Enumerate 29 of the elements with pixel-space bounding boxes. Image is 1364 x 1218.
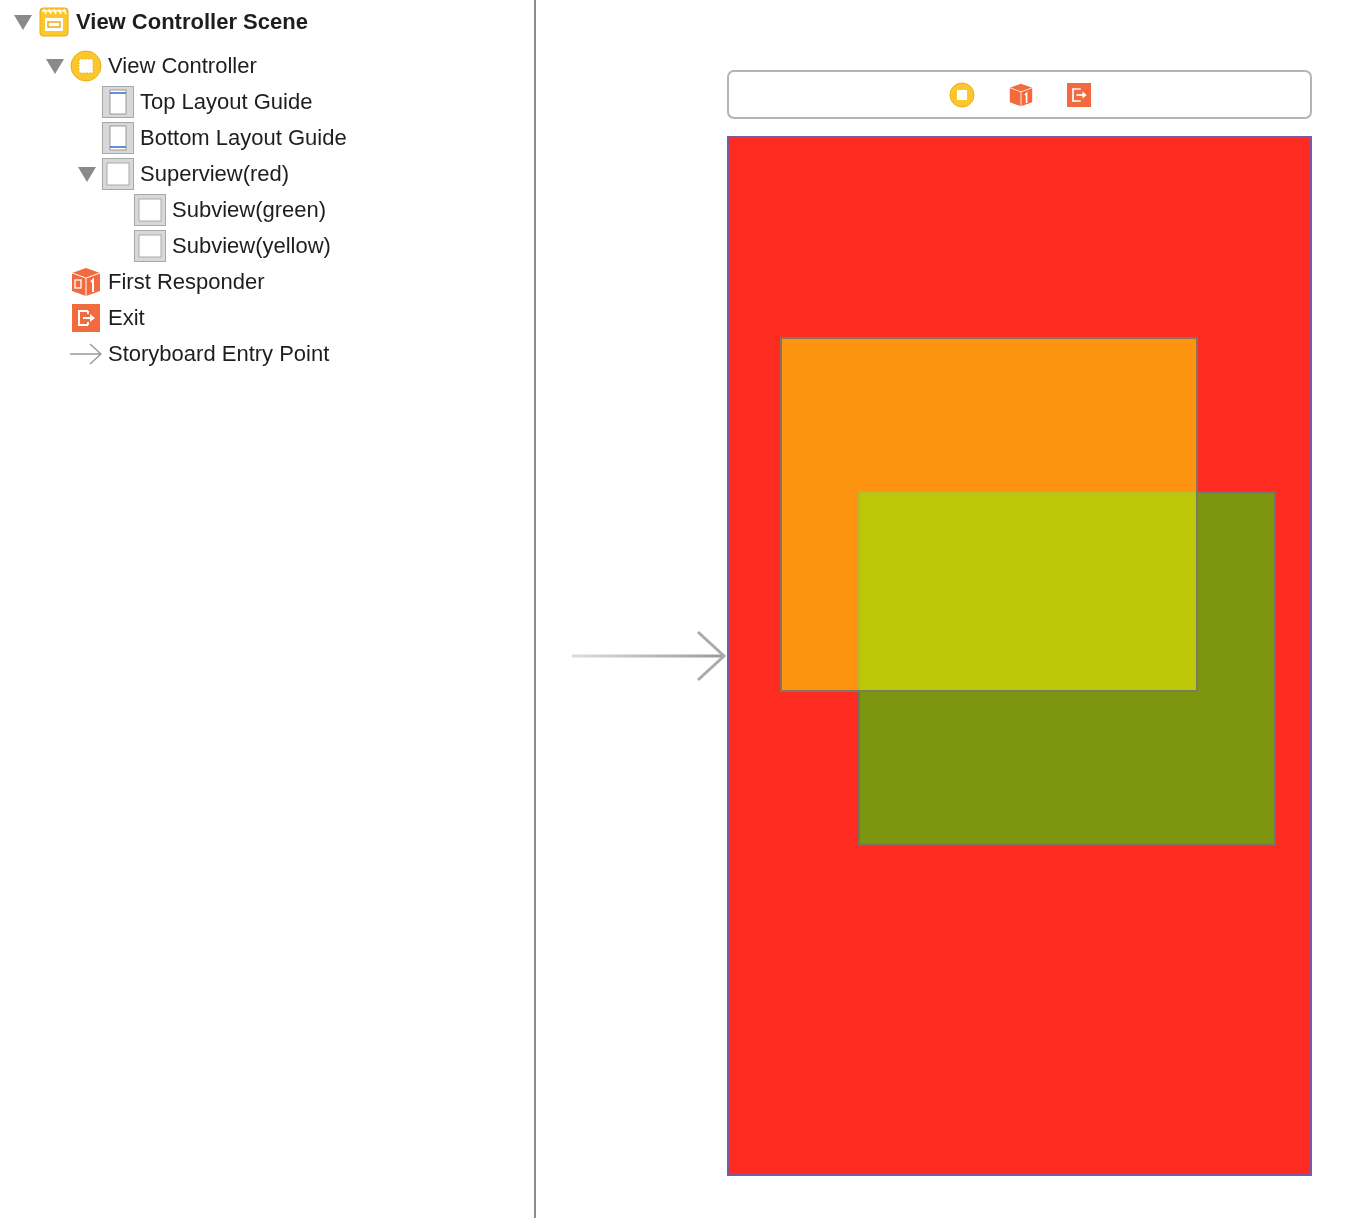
outline-item-label[interactable]: Superview(red) bbox=[140, 161, 290, 187]
subview-rectangle[interactable] bbox=[780, 337, 1198, 692]
view-icon bbox=[102, 158, 134, 190]
view-controller-icon[interactable] bbox=[948, 81, 975, 108]
outline-item-label[interactable]: Subview(green) bbox=[172, 197, 327, 223]
outline-item-label[interactable]: First Responder bbox=[108, 269, 265, 295]
disclosure-triangle-icon[interactable] bbox=[78, 166, 96, 182]
outline-item-label[interactable]: Exit bbox=[108, 305, 145, 331]
disclosure-triangle-icon[interactable] bbox=[46, 58, 64, 74]
outline-item-label[interactable]: Storyboard Entry Point bbox=[108, 341, 330, 367]
view-icon bbox=[134, 230, 166, 262]
view-controller-icon bbox=[70, 50, 102, 82]
exit-icon[interactable] bbox=[1066, 82, 1091, 107]
outline-item-label[interactable]: View Controller Scene bbox=[76, 9, 308, 35]
bottom-guide-icon bbox=[102, 122, 134, 154]
outline-item-label[interactable]: Bottom Layout Guide bbox=[140, 125, 347, 151]
view-icon bbox=[134, 194, 166, 226]
cube-icon bbox=[71, 267, 101, 297]
cube-icon[interactable] bbox=[1008, 82, 1033, 107]
arrow-icon bbox=[70, 343, 102, 365]
outline-item-label[interactable]: View Controller bbox=[108, 53, 257, 79]
subview-rectangle[interactable] bbox=[858, 491, 1276, 846]
exit-icon bbox=[72, 304, 100, 332]
superview-canvas[interactable] bbox=[727, 136, 1312, 1176]
disclosure-triangle-icon[interactable] bbox=[14, 14, 32, 30]
top-guide-icon bbox=[102, 86, 134, 118]
outline-item-label[interactable]: Top Layout Guide bbox=[140, 89, 313, 115]
scene-icon bbox=[39, 7, 69, 37]
outline-item-label[interactable]: Subview(yellow) bbox=[172, 233, 331, 259]
